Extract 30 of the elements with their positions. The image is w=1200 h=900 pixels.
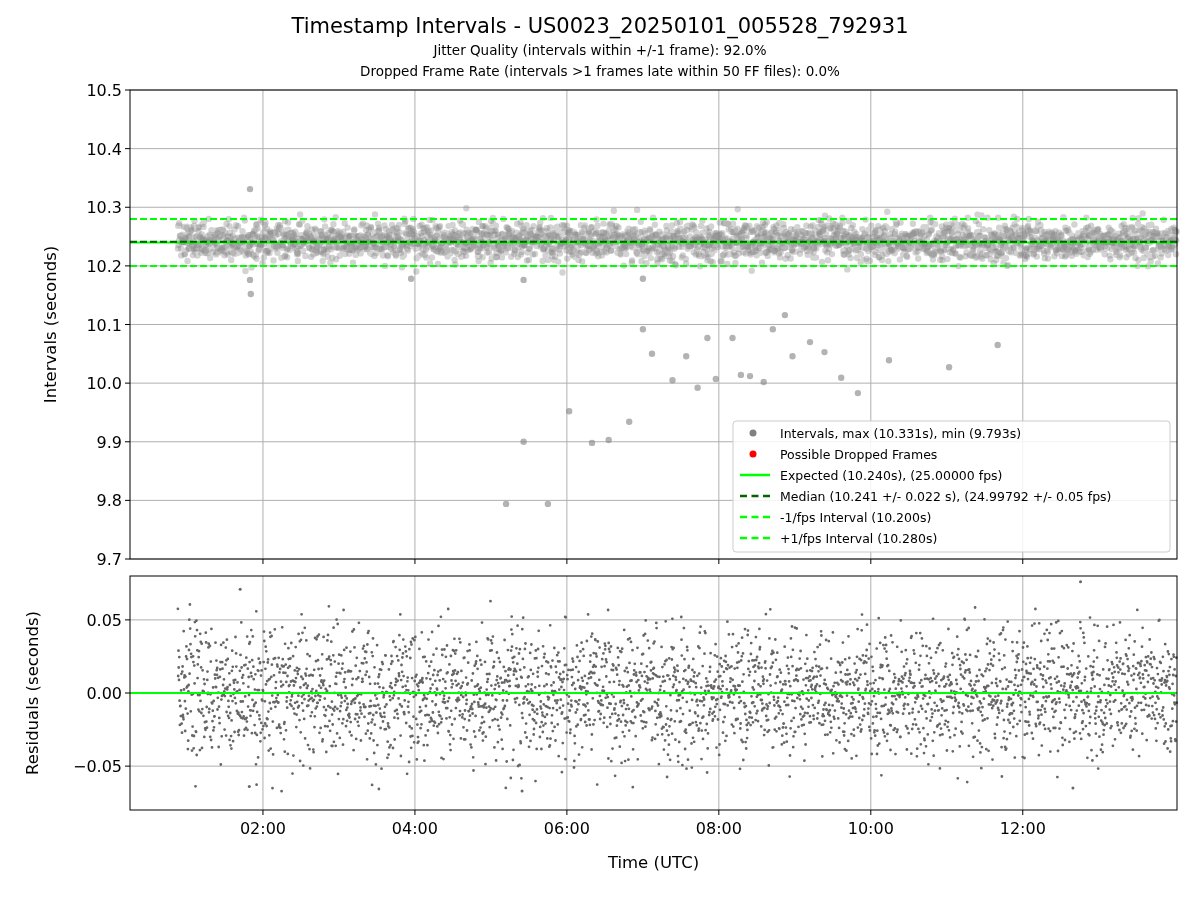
axis-label: Time (UTC) (607, 853, 700, 872)
axis-label: Residuals (seconds) (23, 611, 42, 775)
tick-label: 0.00 (86, 684, 122, 703)
tick-label: 04:00 (391, 819, 438, 838)
legend-label: Possible Dropped Frames (780, 446, 938, 462)
legend-label: -1/fps Interval (10.200s) (780, 509, 932, 525)
tick-label: 9.8 (96, 491, 122, 511)
tick-label: 9.9 (96, 432, 122, 452)
legend-label: Median (10.241 +/- 0.022 s), (24.99792 +/- 0.05 fps) (780, 488, 1112, 504)
tick-label: 08:00 (695, 819, 742, 838)
tick-label: 06:00 (543, 819, 590, 838)
figure-subtitle: Jitter Quality (intervals within +/-1 frame): 92.0% (433, 41, 767, 60)
tick-label: 10.2 (86, 256, 122, 276)
figure-title: Timestamp Intervals - US0023_20250101_005528_792931 (291, 13, 909, 40)
tick-label: 10.1 (86, 315, 122, 335)
tick-label: −0.05 (72, 757, 122, 777)
legend-label: +1/fps Interval (10.280s) (780, 530, 938, 546)
tick-label: 10.3 (86, 198, 122, 218)
tick-label: 9.7 (96, 550, 122, 566)
tick-label: 0.05 (86, 610, 122, 630)
tick-label: 10.0 (86, 374, 122, 394)
figure-subtitle: Dropped Frame Rate (intervals >1 frames late within 50 FF files): 0.0% (360, 62, 840, 81)
tick-label: 12:00 (999, 819, 1046, 838)
tick-label: 10:00 (847, 819, 894, 838)
tick-label: 10.5 (86, 82, 122, 100)
tick-label: 10.4 (86, 139, 122, 159)
tick-label: 02:00 (239, 819, 286, 838)
legend-label: Expected (10.240s), (25.00000 fps) (780, 467, 1003, 483)
legend-label: Intervals, max (10.331s), min (9.793s) (780, 425, 1022, 441)
axis-label: Intervals (seconds) (41, 245, 60, 404)
